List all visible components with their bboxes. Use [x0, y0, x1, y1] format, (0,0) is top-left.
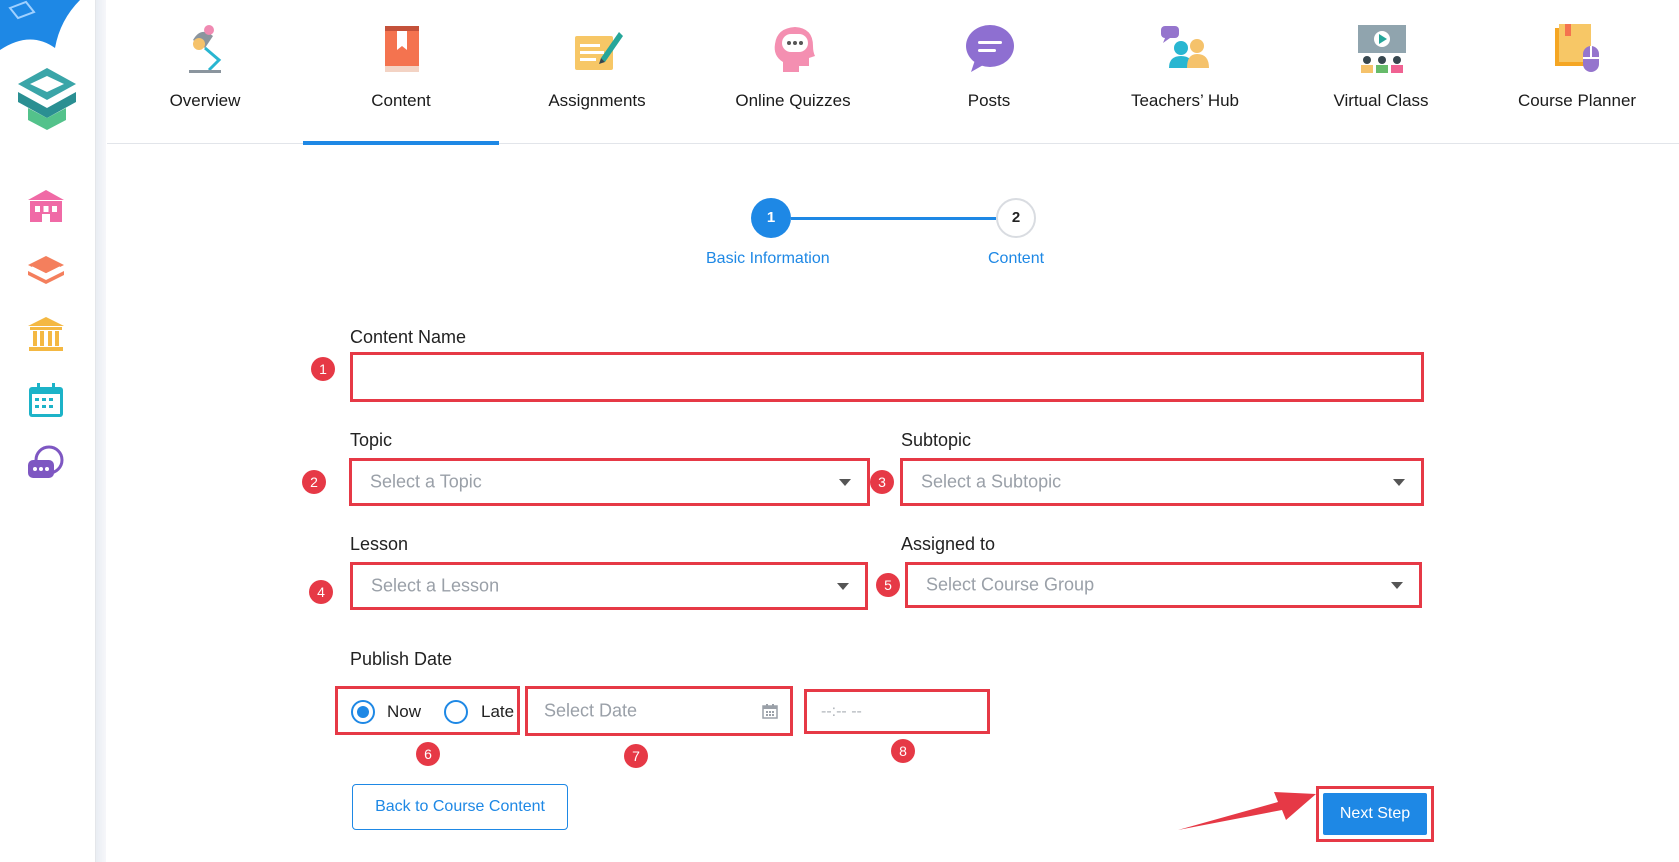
speech-bubble-icon: [966, 25, 1014, 72]
tab-label: Virtual Class: [1333, 91, 1429, 110]
course-group-placeholder: Select Course Group: [926, 574, 1095, 595]
annotation-badge: 6: [416, 742, 440, 766]
pen-paper-icon: [575, 32, 623, 70]
date-picker[interactable]: Select Date: [530, 691, 788, 731]
publish-now-radio[interactable]: [351, 700, 375, 724]
chevron-down-icon: [839, 479, 851, 486]
content-name-input[interactable]: [355, 357, 1419, 397]
next-step-button[interactable]: Next Step: [1323, 793, 1427, 835]
publish-mode-highlight: Now Late: [335, 686, 520, 735]
subtopic-label: Subtopic: [901, 430, 972, 450]
tab-virtual-class[interactable]: Virtual Class: [1283, 0, 1479, 144]
app-logo-icon[interactable]: [12, 64, 82, 134]
step-1-circle[interactable]: 1: [751, 198, 791, 238]
virtual-classroom-icon: [1358, 25, 1406, 73]
annotation-badge: 7: [624, 744, 648, 768]
step-2-circle[interactable]: 2: [996, 198, 1036, 238]
back-to-course-content-button[interactable]: Back to Course Content: [352, 784, 568, 830]
tab-label: Overview: [169, 91, 241, 110]
tab-label: Assignments: [548, 91, 646, 110]
tab-assignments[interactable]: Assignments: [499, 0, 695, 144]
lesson-highlight: Select a Lesson: [350, 562, 868, 610]
head-chat-icon: [774, 27, 815, 72]
book-icon: [385, 26, 419, 72]
calendar-icon[interactable]: [762, 703, 778, 719]
top-navigation: Overview Content Assignments Online Quiz…: [107, 0, 1679, 145]
sidebar: [0, 0, 96, 862]
stepper: 1 2 Basic Information Content: [700, 196, 1080, 276]
tab-label: Content: [371, 91, 431, 110]
chat-icon[interactable]: [26, 444, 66, 484]
tab-label: Course Planner: [1517, 91, 1637, 110]
assigned-to-label: Assigned to: [901, 534, 996, 554]
annotation-badge: 3: [870, 470, 894, 494]
teachers-group-icon: [1161, 26, 1209, 68]
tab-teachers-hub[interactable]: Teachers’ Hub: [1087, 0, 1283, 144]
planner-icon: [1555, 24, 1599, 72]
step-1-label: Basic Information: [706, 250, 830, 267]
publish-now-label: Now: [387, 702, 422, 721]
time-highlight: --:-- --: [804, 689, 990, 734]
subtopic-highlight: Select a Subtopic: [900, 458, 1424, 506]
publish-late-label: Late: [481, 702, 515, 721]
publish-late-radio[interactable]: [444, 700, 468, 724]
layers-icon[interactable]: [26, 250, 66, 290]
content-name-label: Content Name: [350, 327, 467, 347]
annotation-badge: 8: [891, 739, 915, 763]
lesson-select[interactable]: Select a Lesson: [355, 567, 863, 605]
tab-content[interactable]: Content: [303, 0, 499, 145]
next-step-highlight: Next Step: [1316, 786, 1434, 842]
step-2-label: Content: [988, 250, 1045, 267]
chevron-down-icon: [837, 583, 849, 590]
subtopic-placeholder: Select a Subtopic: [921, 471, 1062, 492]
annotation-badge: 4: [309, 580, 333, 604]
arrow-pointer-icon: [1178, 792, 1316, 830]
topic-placeholder: Select a Topic: [370, 471, 482, 492]
tab-label: Online Quizzes: [735, 91, 851, 110]
assigned-to-highlight: Select Course Group: [905, 562, 1422, 608]
content-name-highlight: [350, 352, 1424, 402]
annotation-badge: 1: [311, 357, 335, 381]
topic-label: Topic: [350, 430, 393, 450]
tab-online-quizzes[interactable]: Online Quizzes: [695, 0, 891, 144]
step-connector: [791, 217, 996, 220]
desk-lamp-icon: [189, 25, 222, 73]
topic-select[interactable]: Select a Topic: [354, 463, 865, 501]
topic-highlight: Select a Topic: [349, 458, 870, 506]
time-placeholder: --:-- --: [821, 702, 862, 720]
time-input[interactable]: --:-- --: [809, 694, 985, 729]
tab-overview[interactable]: Overview: [107, 0, 303, 144]
lesson-placeholder: Select a Lesson: [371, 575, 500, 596]
tab-course-planner[interactable]: Course Planner: [1479, 0, 1675, 144]
calendar-icon[interactable]: [26, 380, 66, 420]
annotation-badge: 5: [876, 573, 900, 597]
tab-label: Posts: [967, 91, 1011, 110]
tab-posts[interactable]: Posts: [891, 0, 1087, 144]
corner-flag-icon: [0, 0, 80, 50]
chevron-down-icon: [1393, 479, 1405, 486]
course-group-select[interactable]: Select Course Group: [910, 567, 1417, 603]
institution-icon[interactable]: [26, 314, 66, 354]
sidebar-edge: [96, 0, 106, 862]
lesson-label: Lesson: [350, 534, 409, 554]
school-icon[interactable]: [26, 186, 66, 226]
date-highlight: Select Date: [525, 686, 793, 736]
subtopic-select[interactable]: Select a Subtopic: [905, 463, 1419, 501]
annotation-badge: 2: [302, 470, 326, 494]
publish-date-label: Publish Date: [350, 649, 453, 669]
tab-label: Teachers’ Hub: [1130, 91, 1240, 110]
chevron-down-icon: [1391, 582, 1403, 589]
date-placeholder: Select Date: [544, 700, 638, 721]
